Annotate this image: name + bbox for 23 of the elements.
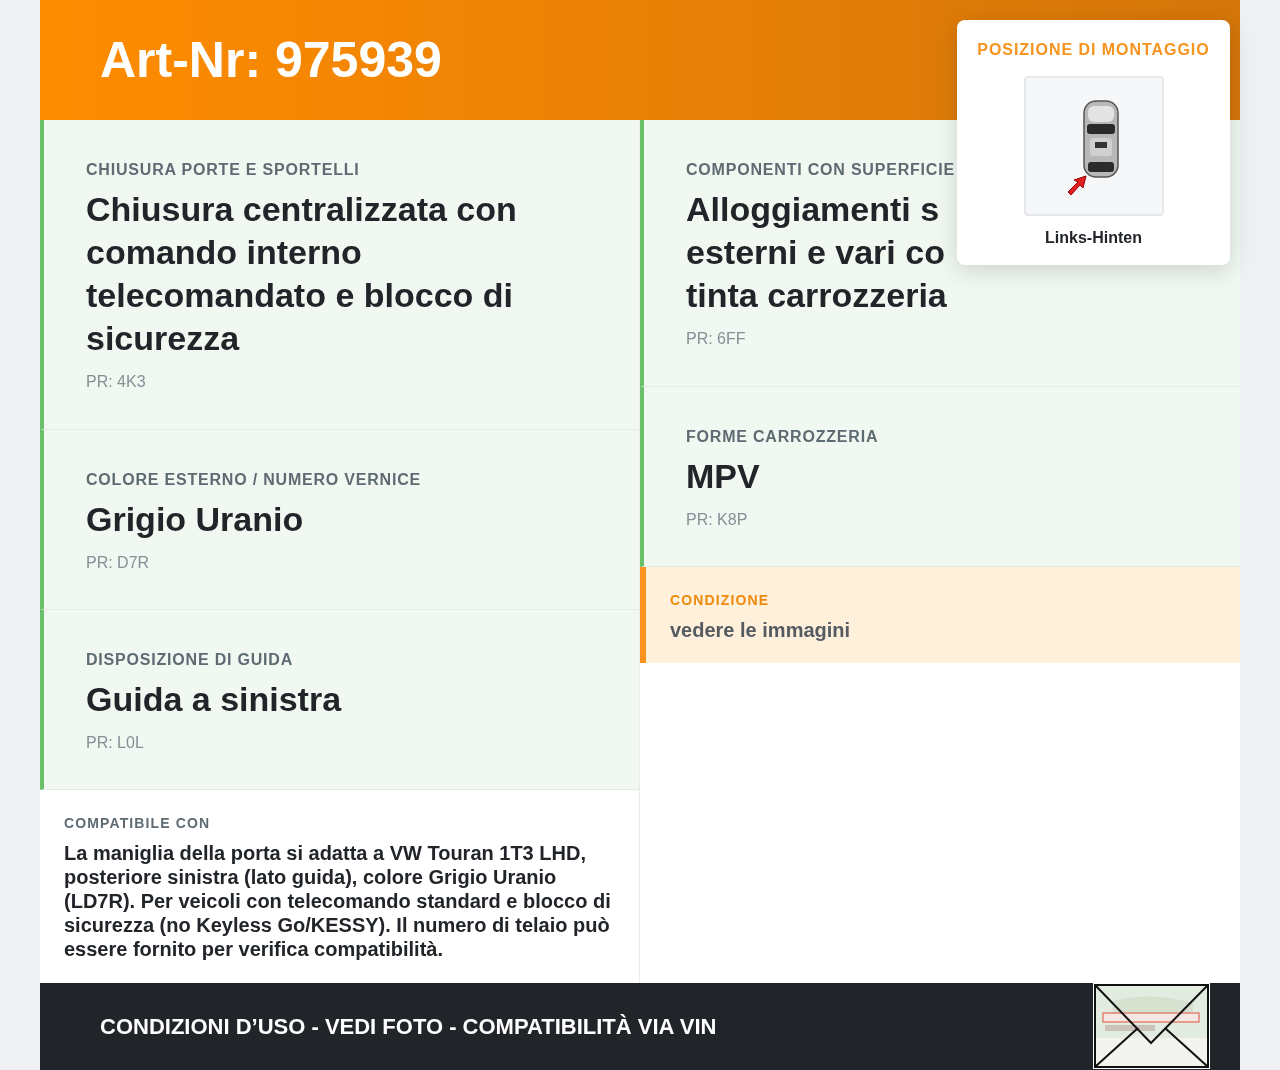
footer-text: CONDIZIONI D’USO - VEDI FOTO - COMPATIBILITÀ VIA VIN xyxy=(100,1013,717,1041)
section-title: Chiusura centralizzata con comando interno telecomandato e blocco di sicurezza xyxy=(86,189,517,359)
condition-text: vedere le immagini xyxy=(670,618,852,642)
section-title: MPV xyxy=(686,456,760,497)
compatibility-text: La maniglia della porta si adatta a VW Touran 1T3 LHD, posteriore sinistra (lato guida), colore Grigio Uranio (LD7R). Per veicoli con telecomando standard e blocco di sicurezza (no Keyless Go/KESSY). Il numero di telaio può essere fornito per verifica compatibilità. xyxy=(64,841,612,961)
condition-label: CONDIZIONE xyxy=(670,592,771,608)
section-label: FORME CARROZZERIA xyxy=(686,427,879,447)
section-label: COMPONENTI CON SUPERFICIE xyxy=(686,160,955,180)
pr-code: PR: D7R xyxy=(86,553,151,573)
mounting-position: Links-Hinten xyxy=(1045,228,1142,248)
popup-title: POSIZIONE DI MONTAGGIO xyxy=(977,40,1210,60)
article-number: Art-Nr: 975939 xyxy=(100,35,442,85)
pr-code: PR: K8P xyxy=(686,510,749,530)
pr-code: PR: L0L xyxy=(86,733,145,753)
section-title: Alloggiamenti s esterni e vari co tinta carrozzeria xyxy=(686,189,947,316)
pr-code: PR: 4K3 xyxy=(86,372,147,392)
pr-code: PR: 6FF xyxy=(686,329,747,349)
section-title: Guida a sinistra xyxy=(86,679,342,720)
section-label: DISPOSIZIONE DI GUIDA xyxy=(86,650,294,670)
section-title: Grigio Uranio xyxy=(86,499,304,540)
section-label: COLORE ESTERNO / NUMERO VERNICE xyxy=(86,470,422,490)
section-label: CHIUSURA PORTE E SPORTELLI xyxy=(86,160,360,180)
section-label: COMPATIBILE CON xyxy=(64,815,212,831)
